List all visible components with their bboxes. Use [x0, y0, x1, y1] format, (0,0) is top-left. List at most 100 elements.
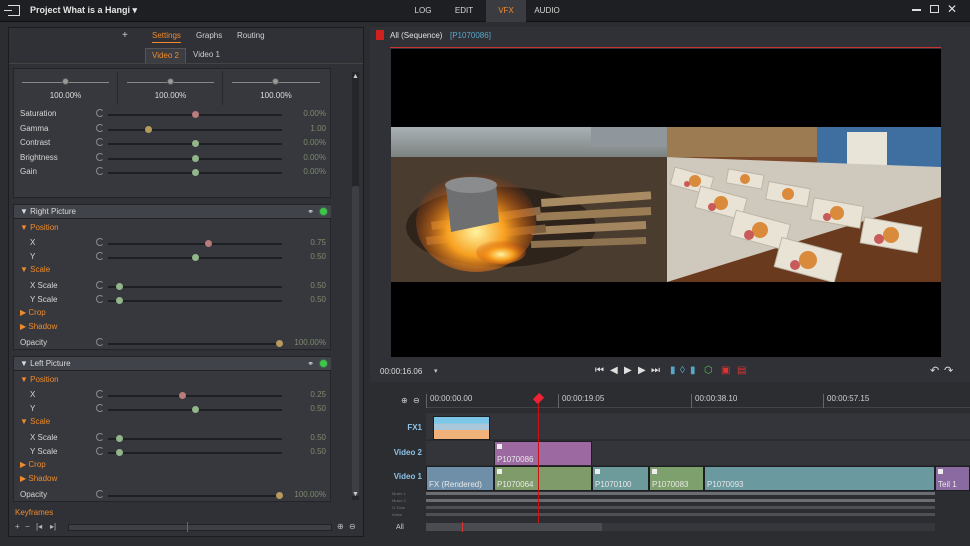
param-value[interactable]: 0.50	[310, 433, 326, 442]
wheel-midtones[interactable]: 100.00%	[119, 71, 223, 105]
tab-graphs[interactable]: Graphs	[196, 31, 222, 40]
slider-knob[interactable]	[192, 154, 199, 162]
play-icon[interactable]: ▶	[624, 365, 632, 376]
keyframe-track[interactable]	[68, 524, 332, 531]
timecode-display[interactable]: 00:00:16.06	[380, 367, 422, 376]
next-keyframe-button[interactable]: ▸|	[50, 522, 56, 531]
scroll-up-icon[interactable]: ▲	[352, 73, 359, 80]
param-value[interactable]: 0.50	[310, 404, 326, 413]
tab-log[interactable]: LOG	[404, 0, 442, 22]
tab-edit[interactable]: EDIT	[445, 0, 483, 22]
clip-p1070093[interactable]: P1070093	[704, 466, 935, 491]
timeline-zoom-in-icon[interactable]: ⊕	[401, 396, 408, 405]
all-tracks-label[interactable]: All	[396, 524, 404, 531]
slider-knob[interactable]	[116, 449, 124, 456]
zoom-in-icon[interactable]: ⊕	[337, 522, 344, 531]
slider-knob[interactable]	[192, 254, 199, 261]
slider-knob[interactable]	[192, 140, 199, 147]
undo-icon[interactable]: ↶	[930, 364, 939, 377]
insert-icon[interactable]: ▣	[721, 365, 730, 376]
param-value[interactable]: 0.50	[310, 281, 326, 290]
param-value[interactable]: 0.50	[310, 447, 326, 456]
close-icon[interactable]: ✕	[947, 2, 957, 16]
clip-teil-1[interactable]: Teil 1	[935, 466, 970, 491]
tab-vfx[interactable]: VFX	[486, 0, 526, 22]
active-led-icon[interactable]	[320, 360, 327, 367]
reset-icon[interactable]	[96, 152, 104, 161]
clip-fx-rendered[interactable]: FX (Rendered)	[426, 466, 494, 491]
right-picture-header[interactable]: ▼ Right Picture ⚭	[14, 205, 331, 219]
slider-knob[interactable]	[205, 240, 213, 247]
tab-settings[interactable]: Settings	[152, 31, 181, 43]
reset-icon[interactable]	[96, 295, 104, 303]
audio-track-music-1[interactable]	[426, 492, 935, 495]
reset-icon[interactable]	[96, 167, 104, 175]
fx-clip[interactable]	[433, 416, 490, 440]
link-icon[interactable]: ⚭	[307, 359, 314, 368]
param-value[interactable]: 0.50	[310, 252, 326, 261]
shadow-section[interactable]: ▶ Shadow	[20, 474, 57, 483]
slider-knob[interactable]	[276, 492, 283, 499]
clip-p1070086[interactable]: P1070086	[494, 441, 592, 466]
shadow-section[interactable]: ▶ Shadow	[20, 322, 57, 331]
step-back-icon[interactable]: ◀	[610, 365, 618, 376]
reset-icon[interactable]	[96, 338, 104, 346]
track-video-1[interactable]: FX (Rendered) P1070064 P1070100 P1070083…	[426, 465, 970, 491]
maximize-icon[interactable]	[930, 5, 939, 13]
mark-clip-icon[interactable]: ◊	[680, 365, 685, 376]
go-to-end-icon[interactable]: ⏭	[651, 365, 660, 376]
reset-icon[interactable]	[96, 123, 104, 132]
add-keyframe-button[interactable]: +	[15, 522, 20, 531]
reset-icon[interactable]	[96, 404, 104, 412]
param-slider[interactable]	[108, 128, 282, 131]
scale-section[interactable]: ▼ Scale	[20, 417, 50, 426]
add-effect-button[interactable]: +	[122, 30, 128, 41]
audio-track-music-2[interactable]	[426, 499, 935, 502]
reset-icon[interactable]	[96, 447, 104, 455]
param-slider[interactable]	[108, 343, 282, 345]
param-value[interactable]: 1.00	[310, 124, 326, 133]
add-marker-icon[interactable]: ⬡	[704, 365, 713, 376]
audio-track-ahtse[interactable]	[426, 513, 935, 516]
slider-knob[interactable]	[144, 125, 152, 133]
wheel-shadows[interactable]: 100.00%	[14, 71, 118, 105]
mark-out-icon[interactable]: ▮	[690, 365, 696, 376]
clip-p1070083[interactable]: P1070083	[649, 466, 704, 491]
slider-knob[interactable]	[192, 406, 199, 413]
video-preview[interactable]	[391, 49, 941, 357]
reset-icon[interactable]	[96, 390, 104, 398]
param-value[interactable]: 0.00%	[303, 109, 326, 118]
overwrite-icon[interactable]: ▤	[737, 365, 746, 376]
remove-keyframe-button[interactable]: −	[25, 522, 30, 531]
param-value[interactable]: 0.00%	[303, 153, 326, 162]
left-picture-header[interactable]: ▼ Left Picture ⚭	[14, 357, 331, 371]
timeline-scroll-thumb[interactable]	[426, 523, 602, 531]
minimize-icon[interactable]	[912, 9, 921, 11]
reset-icon[interactable]	[96, 281, 104, 289]
go-to-start-icon[interactable]: ⏮	[595, 365, 604, 376]
param-slider[interactable]	[108, 300, 282, 302]
param-slider[interactable]	[108, 452, 282, 454]
tab-routing[interactable]: Routing	[237, 31, 265, 40]
tab-video-2[interactable]: Video 2	[145, 48, 186, 63]
param-slider[interactable]	[108, 286, 282, 288]
param-value[interactable]: 0.25	[310, 390, 326, 399]
slider-knob[interactable]	[116, 435, 124, 442]
param-slider[interactable]	[108, 395, 282, 397]
slider-knob[interactable]	[178, 392, 186, 399]
scale-section[interactable]: ▼ Scale	[20, 265, 50, 274]
step-forward-icon[interactable]: ▶	[638, 365, 646, 376]
param-slider[interactable]	[108, 438, 282, 440]
back-icon[interactable]	[4, 5, 20, 16]
timecode-menu-icon[interactable]: ▾	[434, 367, 438, 375]
track-label-video-2[interactable]: Video 2	[374, 448, 422, 457]
prev-keyframe-button[interactable]: |◂	[36, 522, 42, 531]
param-value[interactable]: 0.75	[310, 238, 326, 247]
slider-knob[interactable]	[276, 340, 283, 347]
wheel-highlights[interactable]: 100.00%	[224, 71, 328, 105]
slider-knob[interactable]	[116, 283, 124, 290]
reset-icon[interactable]	[96, 109, 104, 117]
track-label-fx1[interactable]: FX1	[374, 423, 422, 432]
crop-section[interactable]: ▶ Crop	[20, 460, 46, 469]
scroll-down-icon[interactable]: ▼	[352, 491, 359, 498]
